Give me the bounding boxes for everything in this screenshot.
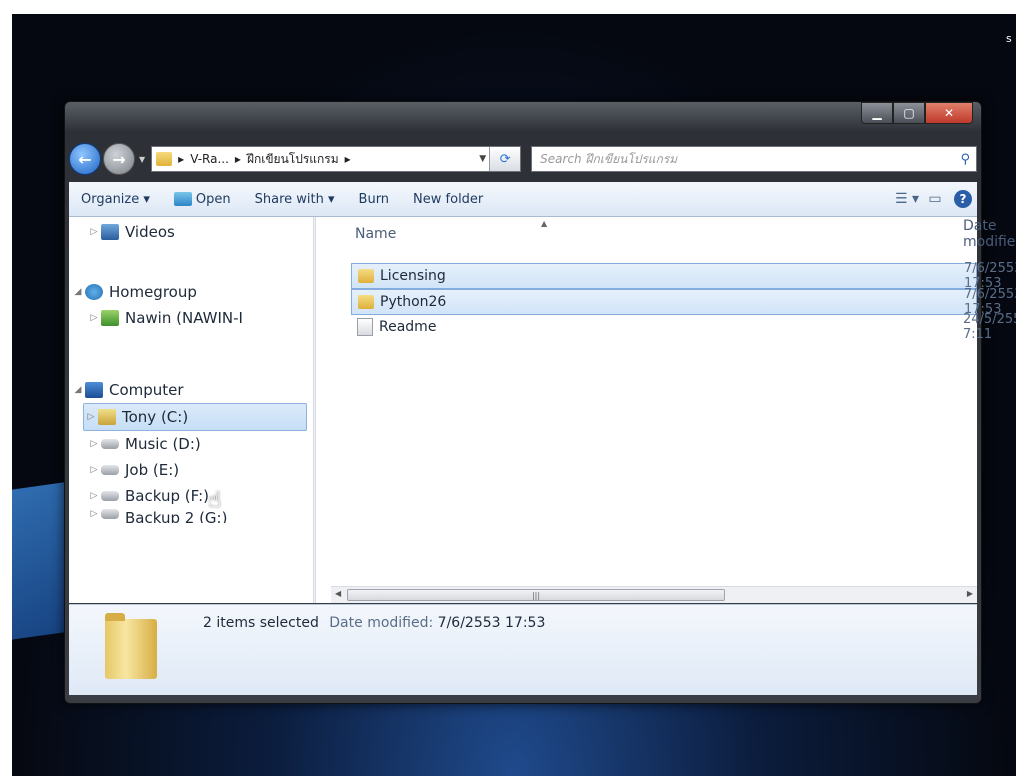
nav-item-label: Homegroup — [109, 283, 197, 301]
collapse-icon[interactable]: ◢ — [71, 287, 85, 297]
share-with-button[interactable]: Share with ▾ — [243, 192, 347, 207]
column-header-date-modified[interactable]: Date modified — [963, 218, 1016, 250]
nav-item-homegroup[interactable]: ◢ Homegroup — [71, 279, 197, 305]
date-modified-value: 7/6/2553 17:53 — [437, 615, 546, 631]
collapse-icon[interactable]: ◢ — [71, 385, 85, 395]
search-placeholder: Search ฝึกเขียนโปรแกรม — [540, 151, 678, 166]
file-date: 24/5/2553 7:11 — [963, 312, 1016, 342]
forward-button[interactable]: → — [103, 143, 135, 175]
expand-icon[interactable]: ▷ — [87, 227, 101, 237]
file-list-horizontal-scrollbar[interactable]: ◀ ||| ▶ — [331, 586, 977, 603]
nav-item-videos[interactable]: ▷ Videos — [87, 219, 175, 245]
folder-icon — [358, 295, 374, 309]
file-name: Python26 — [380, 294, 447, 310]
computer-icon — [85, 382, 103, 398]
user-icon — [101, 310, 119, 326]
breadcrumb-separator[interactable]: ▸ — [178, 152, 184, 166]
desktop-background: s ▁ ▢ ✕ ← → ▼ ▸ V-Ra... ▸ ฝึกเขียนโปรแกร… — [12, 14, 1016, 776]
search-icon[interactable]: ⚲ — [960, 152, 970, 167]
breadcrumb-separator[interactable]: ▸ — [235, 152, 241, 166]
recent-pages-dropdown-icon[interactable]: ▼ — [139, 155, 145, 164]
nav-item-label: Videos — [125, 223, 175, 241]
hard-drive-icon — [101, 465, 119, 475]
scroll-right-icon[interactable]: ▶ — [967, 589, 973, 598]
nav-item-label: Backup (F:) — [125, 487, 209, 505]
nav-item-label: Computer — [109, 381, 184, 399]
details-pane: 2 items selected Date modified: 7/6/2553… — [69, 604, 977, 695]
nav-item-label: Music (D:) — [125, 435, 201, 453]
selection-count: 2 items selected — [203, 615, 319, 631]
hard-drive-icon — [101, 509, 119, 519]
new-folder-button[interactable]: New folder — [401, 192, 495, 207]
file-row-readme[interactable]: Readme 24/5/2553 7:11 — [351, 312, 1016, 342]
system-drive-icon — [98, 409, 116, 425]
explorer-body: ▷ Videos ◢ Homegroup ▷ Nawin (NAWIN-I ◢ — [69, 217, 1016, 603]
videos-icon — [101, 224, 119, 240]
details-text: 2 items selected Date modified: 7/6/2553… — [203, 615, 545, 631]
close-button[interactable]: ✕ — [925, 102, 973, 124]
file-name: Licensing — [380, 268, 446, 284]
open-button[interactable]: Open — [162, 192, 243, 207]
column-headers: Name ▲ Date modified — [331, 217, 1016, 251]
breadcrumb-item[interactable]: V-Ra... — [190, 152, 229, 166]
open-label: Open — [195, 191, 231, 207]
search-input[interactable]: Search ฝึกเขียนโปรแกรม ⚲ — [531, 146, 977, 172]
command-bar: Organize ▾ Open Share with ▾ Burn New fo… — [69, 182, 977, 217]
hand-cursor-icon: ☝ — [208, 488, 222, 513]
sort-ascending-icon: ▲ — [541, 219, 548, 228]
scroll-thumb[interactable]: ||| — [347, 589, 725, 601]
expand-icon[interactable]: ▷ — [87, 439, 101, 449]
nav-item-backup-f[interactable]: ▷ Backup (F:) — [87, 483, 209, 509]
preview-pane-icon[interactable]: ▭ — [921, 187, 949, 211]
burn-button[interactable]: Burn — [347, 192, 402, 207]
open-icon — [173, 192, 192, 206]
view-options-icon[interactable]: ☰ ▾ — [893, 187, 921, 211]
date-modified-label: Date modified: — [329, 615, 434, 631]
expand-icon[interactable]: ▷ — [87, 465, 101, 475]
maximize-button[interactable]: ▢ — [893, 102, 925, 124]
help-icon[interactable]: ? — [954, 190, 972, 208]
expand-icon[interactable]: ▷ — [87, 313, 101, 323]
file-list: Name ▲ Date modified Licensing 7/6/2553 … — [331, 217, 1016, 603]
column-header-name[interactable]: Name — [355, 226, 396, 242]
nav-item-tony-c[interactable]: ▷ Tony (C:) — [83, 403, 307, 431]
nav-item-backup2-g[interactable]: ▷ Backup 2 (G:) — [87, 509, 227, 523]
folder-icon — [358, 269, 374, 283]
refresh-icon[interactable]: ⟳ — [489, 147, 521, 171]
address-dropdown-icon[interactable]: ▼ — [479, 154, 486, 164]
nav-item-label: Job (E:) — [125, 461, 180, 479]
expand-icon[interactable]: ▷ — [87, 509, 101, 519]
nav-item-nawin[interactable]: ▷ Nawin (NAWIN-I — [87, 305, 243, 331]
folder-icon — [156, 152, 173, 166]
expand-icon[interactable]: ▷ — [87, 491, 101, 501]
nav-item-job-e[interactable]: ▷ Job (E:) — [87, 457, 180, 483]
organize-button[interactable]: Organize ▾ — [69, 192, 162, 207]
nav-item-computer[interactable]: ◢ Computer — [71, 377, 184, 403]
file-name: Readme — [379, 319, 437, 335]
explorer-window: ▁ ▢ ✕ ← → ▼ ▸ V-Ra... ▸ ฝึกเขียนโปรแกรม … — [64, 101, 1016, 704]
breadcrumb-item[interactable]: ฝึกเขียนโปรแกรม — [247, 150, 339, 169]
text-document-icon — [357, 318, 373, 336]
file-row-python26[interactable]: Python26 7/6/2553 17:53 — [351, 287, 1016, 317]
hard-drive-icon — [101, 439, 119, 449]
nav-item-label: Nawin (NAWIN-I — [125, 309, 243, 327]
scroll-left-icon[interactable]: ◀ — [335, 589, 341, 598]
nav-pane-scrollbar[interactable]: ▲ ▼ — [313, 217, 315, 603]
navigation-pane: ▷ Videos ◢ Homegroup ▷ Nawin (NAWIN-I ◢ — [69, 217, 316, 603]
back-button[interactable]: ← — [69, 143, 101, 175]
nav-item-label: Tony (C:) — [122, 408, 189, 426]
address-bar[interactable]: ▸ V-Ra... ▸ ฝึกเขียนโปรแกรม ▸ ▼ ⟳ — [151, 146, 522, 172]
hard-drive-icon — [101, 491, 119, 501]
caption-buttons: ▁ ▢ ✕ — [861, 102, 973, 124]
expand-icon[interactable]: ▷ — [84, 412, 98, 422]
file-row-licensing[interactable]: Licensing 7/6/2553 17:53 — [351, 261, 1016, 291]
nav-item-music-d[interactable]: ▷ Music (D:) — [87, 431, 201, 457]
minimize-button[interactable]: ▁ — [861, 102, 893, 124]
selected-items-folder-icon — [105, 613, 157, 679]
screen-corner-text: s — [1006, 32, 1012, 45]
breadcrumb-separator[interactable]: ▸ — [345, 152, 351, 166]
navigation-bar: ← → ▼ ▸ V-Ra... ▸ ฝึกเขียนโปรแกรม ▸ ▼ ⟳ … — [69, 142, 977, 176]
homegroup-icon — [85, 284, 103, 300]
